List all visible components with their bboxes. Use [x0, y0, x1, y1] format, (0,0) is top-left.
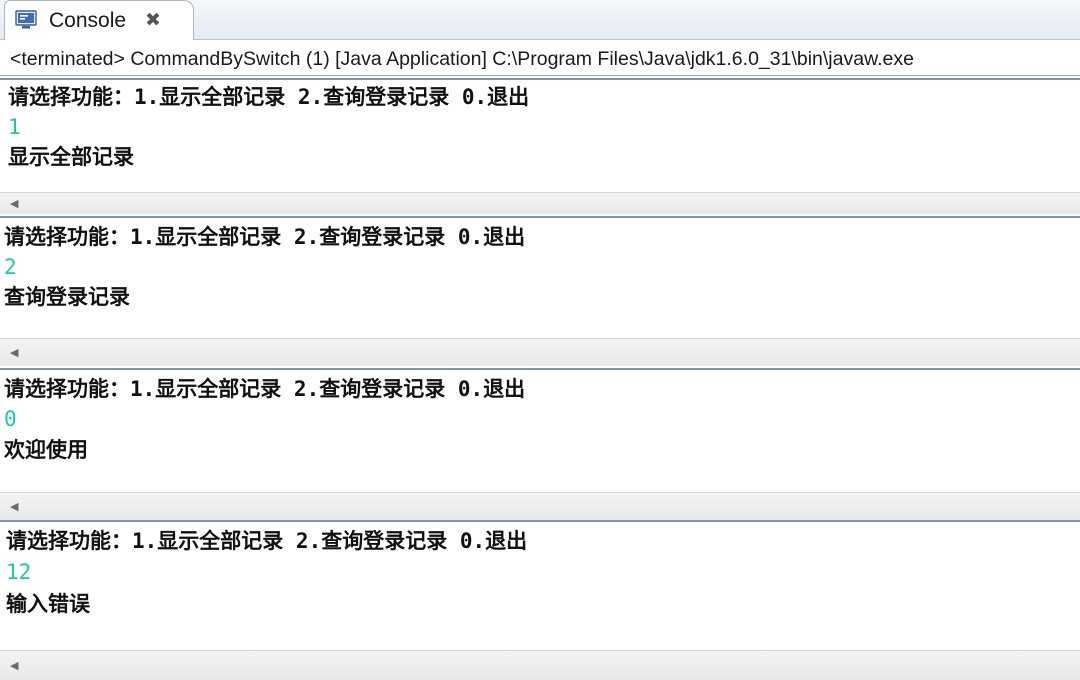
output-line: 查询登录记录: [4, 285, 130, 309]
user-input-line: 12: [6, 560, 32, 584]
scroll-left-icon[interactable]: ◀: [10, 659, 18, 673]
tab-title: Console: [49, 9, 127, 32]
console-icon: [15, 10, 37, 29]
user-input-line: 1: [8, 115, 21, 139]
user-input-line: 2: [4, 255, 17, 279]
prompt-line: 请选择功能：1.显示全部记录 2.查询登录记录 0.退出: [4, 377, 526, 401]
prompt-line: 请选择功能：1.显示全部记录 2.查询登录记录 0.退出: [6, 529, 528, 553]
console-panel-3: 请选择功能：1.显示全部记录 2.查询登录记录 0.退出 0 欢迎使用 ◀: [0, 368, 1080, 520]
console-tab[interactable]: Console ✖: [4, 0, 194, 40]
horizontal-scrollbar[interactable]: ◀: [0, 650, 1080, 680]
close-tab-icon[interactable]: ✖: [145, 8, 161, 32]
console-panel-4: 请选择功能：1.显示全部记录 2.查询登录记录 0.退出 12 输入错误 ◀: [0, 520, 1080, 680]
scroll-left-icon[interactable]: ◀: [10, 500, 18, 514]
output-line: 显示全部记录: [8, 145, 134, 169]
console-panel-2: 请选择功能：1.显示全部记录 2.查询登录记录 0.退出 2 查询登录记录 ◀: [0, 216, 1080, 366]
output-line: 欢迎使用: [4, 438, 88, 462]
console-panel-1: 请选择功能：1.显示全部记录 2.查询登录记录 0.退出 1 显示全部记录 ◀: [0, 78, 1080, 214]
prompt-line: 请选择功能：1.显示全部记录 2.查询登录记录 0.退出: [4, 225, 526, 249]
console-tab-strip: Console ✖: [0, 0, 1080, 40]
output-line: 输入错误: [6, 592, 90, 616]
process-status: <terminated> CommandBySwitch (1) [Java A…: [0, 42, 1080, 76]
horizontal-scrollbar[interactable]: ◀: [0, 492, 1080, 520]
horizontal-scrollbar[interactable]: ◀: [0, 192, 1080, 214]
user-input-line: 0: [4, 407, 17, 431]
scroll-left-icon[interactable]: ◀: [10, 197, 18, 211]
horizontal-scrollbar[interactable]: ◀: [0, 338, 1080, 366]
prompt-line: 请选择功能：1.显示全部记录 2.查询登录记录 0.退出: [8, 85, 530, 109]
scroll-left-icon[interactable]: ◀: [10, 346, 18, 360]
